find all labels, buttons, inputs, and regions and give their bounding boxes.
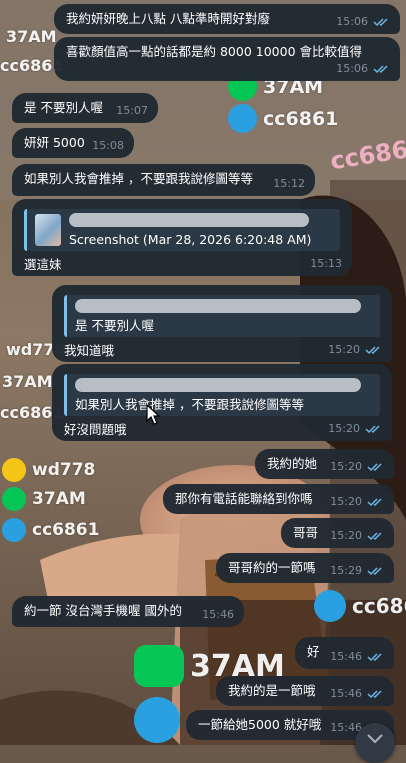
mouse-cursor-icon xyxy=(146,404,160,425)
message-bubble[interactable]: 我約的她 15:20 xyxy=(255,449,394,479)
watermark-line-id-2: 37AM xyxy=(2,372,53,391)
message-text: 選這妹 xyxy=(24,257,62,272)
watermark-telegram-row-top: cc6861 xyxy=(228,104,338,133)
reply-quote[interactable]: Screenshot (Mar 28, 2026 6:20:48 AM) xyxy=(24,209,340,251)
watermark-line-row: 37AM xyxy=(2,487,86,511)
reply-quote-text: 是 不要別人喔 xyxy=(75,318,154,333)
message-time: 15:20 xyxy=(328,343,360,356)
watermark-line-id: 37AM xyxy=(6,27,57,46)
message-time: 15:20 xyxy=(330,495,362,508)
telegram-icon xyxy=(314,590,346,622)
reply-quote[interactable]: 是 不要別人喔 xyxy=(64,295,380,337)
message-time: 15:46 xyxy=(330,650,362,663)
message-text: 喜歡顏值高一點的話都是約 8000 10000 會比較值得 xyxy=(66,44,362,59)
message-meta: 15:46 xyxy=(330,648,384,665)
message-meta: 15:13 xyxy=(310,255,342,272)
message-meta: 15:12 xyxy=(273,175,305,192)
message-bubble[interactable]: 約一節 沒台灣手機喔 國外的 15:46 xyxy=(12,596,244,627)
message-time: 15:07 xyxy=(116,104,148,117)
message-bubble[interactable]: 哥哥 15:20 xyxy=(281,518,394,548)
message-bubble-reply[interactable]: Screenshot (Mar 28, 2026 6:20:48 AM) 選這妹… xyxy=(12,199,352,276)
double-check-icon xyxy=(367,652,382,661)
message-time: 15:08 xyxy=(92,139,124,152)
message-meta: 15:20 xyxy=(330,493,384,510)
message-meta: 15:07 xyxy=(116,102,148,119)
double-check-icon xyxy=(367,531,382,540)
redacted-sender-name xyxy=(75,299,361,313)
redacted-sender-name xyxy=(69,213,309,227)
message-meta: 15:20 xyxy=(328,420,382,437)
message-bubble[interactable]: 喜歡顏值高一點的話都是約 8000 10000 會比較值得 15:06 xyxy=(54,37,400,81)
message-meta: 15:06 xyxy=(336,13,390,30)
message-meta: 15:06 xyxy=(336,60,390,77)
double-check-icon xyxy=(367,462,382,471)
reply-quote-text: Screenshot (Mar 28, 2026 6:20:48 AM) xyxy=(69,232,312,247)
message-bubble[interactable]: 妍妍 5000 15:08 xyxy=(12,128,134,158)
double-check-icon xyxy=(367,689,382,698)
message-text: 約一節 沒台灣手機喔 國外的 xyxy=(24,603,182,618)
watermark-wechat-row: wd778 xyxy=(2,458,95,482)
wechat-icon xyxy=(2,458,26,482)
double-check-icon xyxy=(367,566,382,575)
message-time: 15:29 xyxy=(330,564,362,577)
message-bubble[interactable]: 哥哥約的一節嗎 15:29 xyxy=(216,553,394,583)
message-meta: 15:20 xyxy=(330,458,384,475)
double-check-icon xyxy=(373,64,388,73)
double-check-icon xyxy=(367,497,382,506)
message-bubble[interactable]: 我約的是一節哦 15:46 xyxy=(216,676,394,706)
line-icon xyxy=(134,645,184,687)
message-time: 15:20 xyxy=(330,529,362,542)
message-time: 15:12 xyxy=(273,177,305,190)
watermark-telegram-row: cc6861 xyxy=(2,518,99,542)
message-meta: 15:29 xyxy=(330,562,384,579)
message-time: 15:06 xyxy=(336,62,368,75)
message-time: 15:20 xyxy=(328,422,360,435)
message-meta: 15:20 xyxy=(328,341,382,358)
double-check-icon xyxy=(365,345,380,354)
telegram-icon xyxy=(134,697,180,743)
reply-quote[interactable]: 如果別人我會推掉 ，不要跟我說修圖等等 xyxy=(64,374,380,416)
watermark-telegram-big xyxy=(134,697,186,743)
line-icon xyxy=(2,487,26,511)
message-meta: 15:46 xyxy=(330,685,384,702)
message-meta: 15:08 xyxy=(92,137,124,154)
message-time: 15:13 xyxy=(310,257,342,270)
message-bubble-reply[interactable]: 如果別人我會推掉 ，不要跟我說修圖等等 好沒問題哦 15:20 xyxy=(52,364,392,441)
message-meta: 15:46 xyxy=(202,606,234,623)
watermark-telegram-right: cc6861 xyxy=(314,590,406,622)
telegram-icon xyxy=(2,518,26,542)
redacted-sender-name xyxy=(75,378,361,392)
message-text: 如果別人我會推掉 ，不要跟我說修圖等等 xyxy=(24,171,253,186)
double-check-icon xyxy=(365,424,380,433)
message-time: 15:46 xyxy=(202,608,234,621)
message-bubble[interactable]: 如果別人我會推掉 ，不要跟我說修圖等等 15:12 xyxy=(12,164,315,196)
double-check-icon xyxy=(373,17,388,26)
chevron-down-icon xyxy=(367,734,383,744)
telegram-icon xyxy=(228,104,257,133)
scroll-to-bottom-button[interactable] xyxy=(355,723,395,763)
reply-quote-text: 如果別人我會推掉 ，不要跟我說修圖等等 xyxy=(75,397,304,412)
message-time: 15:20 xyxy=(330,460,362,473)
screenshot-thumbnail xyxy=(35,214,61,246)
message-bubble[interactable]: 我約妍妍晚上八點 八點準時開好對廢 15:06 xyxy=(54,4,400,34)
message-bubble-reply[interactable]: 是 不要別人喔 我知道哦 15:20 xyxy=(52,285,392,362)
message-bubble[interactable]: 那你有電話能聯絡到你嗎 15:20 xyxy=(163,484,394,514)
message-meta: 15:20 xyxy=(330,527,384,544)
message-bubble[interactable]: 是 不要別人喔 15:07 xyxy=(12,93,158,123)
message-time: 15:06 xyxy=(336,15,368,28)
message-time: 15:46 xyxy=(330,687,362,700)
message-bubble[interactable]: 好 15:46 xyxy=(295,637,394,669)
